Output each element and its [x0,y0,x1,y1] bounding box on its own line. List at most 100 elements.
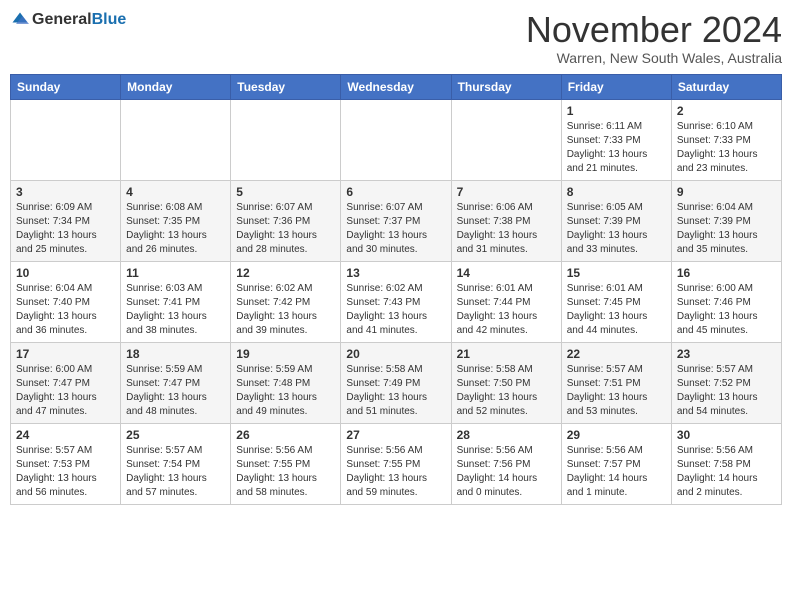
day-cell: 2 Sunrise: 6:10 AM Sunset: 7:33 PM Daylig… [671,99,781,180]
day-cell [341,99,451,180]
day-number: 7 [457,185,556,199]
day-cell: 18 Sunrise: 5:59 AM Sunset: 7:47 PM Dayli… [121,342,231,423]
day-number: 14 [457,266,556,280]
day-number: 21 [457,347,556,361]
day-number: 12 [236,266,335,280]
day-number: 20 [346,347,445,361]
day-cell: 5 Sunrise: 6:07 AM Sunset: 7:36 PM Daylig… [231,180,341,261]
day-number: 23 [677,347,776,361]
day-info: Sunrise: 6:08 AM Sunset: 7:35 PM Dayligh… [126,201,225,257]
day-cell: 10 Sunrise: 6:04 AM Sunset: 7:40 PM Dayli… [11,261,121,342]
day-number: 13 [346,266,445,280]
day-cell: 15 Sunrise: 6:01 AM Sunset: 7:45 PM Dayli… [561,261,671,342]
day-number: 3 [16,185,115,199]
location: Warren, New South Wales, Australia [526,50,782,66]
page-header: GeneralBlue November 2024 Warren, New So… [10,10,782,66]
day-number: 29 [567,428,666,442]
day-info: Sunrise: 6:05 AM Sunset: 7:39 PM Dayligh… [567,201,666,257]
day-info: Sunrise: 5:56 AM Sunset: 7:55 PM Dayligh… [236,444,335,500]
day-number: 25 [126,428,225,442]
calendar-body: 1 Sunrise: 6:11 AM Sunset: 7:33 PM Daylig… [11,99,782,504]
day-info: Sunrise: 6:11 AM Sunset: 7:33 PM Dayligh… [567,120,666,176]
day-info: Sunrise: 5:57 AM Sunset: 7:53 PM Dayligh… [16,444,115,500]
day-cell: 14 Sunrise: 6:01 AM Sunset: 7:44 PM Dayli… [451,261,561,342]
day-info: Sunrise: 6:07 AM Sunset: 7:37 PM Dayligh… [346,201,445,257]
week-row-5: 24 Sunrise: 5:57 AM Sunset: 7:53 PM Dayli… [11,423,782,504]
day-cell: 6 Sunrise: 6:07 AM Sunset: 7:37 PM Daylig… [341,180,451,261]
week-row-3: 10 Sunrise: 6:04 AM Sunset: 7:40 PM Dayli… [11,261,782,342]
day-number: 17 [16,347,115,361]
day-cell [11,99,121,180]
day-info: Sunrise: 5:57 AM Sunset: 7:54 PM Dayligh… [126,444,225,500]
day-cell: 25 Sunrise: 5:57 AM Sunset: 7:54 PM Dayli… [121,423,231,504]
day-number: 4 [126,185,225,199]
day-number: 1 [567,104,666,118]
day-number: 16 [677,266,776,280]
day-cell: 11Sunrise: 6:03 AM Sunset: 7:41 PM Dayli… [121,261,231,342]
day-info: Sunrise: 5:57 AM Sunset: 7:52 PM Dayligh… [677,363,776,419]
day-number: 6 [346,185,445,199]
day-info: Sunrise: 6:07 AM Sunset: 7:36 PM Dayligh… [236,201,335,257]
day-cell [451,99,561,180]
weekday-header-thursday: Thursday [451,74,561,99]
day-cell: 8Sunrise: 6:05 AM Sunset: 7:39 PM Daylig… [561,180,671,261]
day-info: Sunrise: 6:00 AM Sunset: 7:46 PM Dayligh… [677,282,776,338]
day-info: Sunrise: 6:01 AM Sunset: 7:45 PM Dayligh… [567,282,666,338]
day-number: 28 [457,428,556,442]
weekday-header-sunday: Sunday [11,74,121,99]
day-info: Sunrise: 5:56 AM Sunset: 7:58 PM Dayligh… [677,444,776,500]
day-cell: 17 Sunrise: 6:00 AM Sunset: 7:47 PM Dayli… [11,342,121,423]
logo-general: General [32,11,92,28]
day-info: Sunrise: 5:56 AM Sunset: 7:56 PM Dayligh… [457,444,556,500]
day-info: Sunrise: 5:57 AM Sunset: 7:51 PM Dayligh… [567,363,666,419]
weekday-header-saturday: Saturday [671,74,781,99]
day-cell: 20 Sunrise: 5:58 AM Sunset: 7:49 PM Dayli… [341,342,451,423]
day-number: 24 [16,428,115,442]
day-cell: 30 Sunrise: 5:56 AM Sunset: 7:58 PM Dayli… [671,423,781,504]
day-info: Sunrise: 6:02 AM Sunset: 7:42 PM Dayligh… [236,282,335,338]
day-cell: 13Sunrise: 6:02 AM Sunset: 7:43 PM Dayli… [341,261,451,342]
week-row-4: 17 Sunrise: 6:00 AM Sunset: 7:47 PM Dayli… [11,342,782,423]
weekday-header-monday: Monday [121,74,231,99]
day-number: 30 [677,428,776,442]
day-info: Sunrise: 5:56 AM Sunset: 7:57 PM Dayligh… [567,444,666,500]
day-cell: 28 Sunrise: 5:56 AM Sunset: 7:56 PM Dayli… [451,423,561,504]
day-info: Sunrise: 6:04 AM Sunset: 7:39 PM Dayligh… [677,201,776,257]
day-info: Sunrise: 6:04 AM Sunset: 7:40 PM Dayligh… [16,282,115,338]
day-cell: 24 Sunrise: 5:57 AM Sunset: 7:53 PM Dayli… [11,423,121,504]
day-cell: 23 Sunrise: 5:57 AM Sunset: 7:52 PM Dayli… [671,342,781,423]
day-info: Sunrise: 6:10 AM Sunset: 7:33 PM Dayligh… [677,120,776,176]
day-info: Sunrise: 6:01 AM Sunset: 7:44 PM Dayligh… [457,282,556,338]
day-cell: 16 Sunrise: 6:00 AM Sunset: 7:46 PM Dayli… [671,261,781,342]
day-number: 5 [236,185,335,199]
calendar-header: SundayMondayTuesdayWednesdayThursdayFrid… [11,74,782,99]
day-info: Sunrise: 5:58 AM Sunset: 7:49 PM Dayligh… [346,363,445,419]
day-info: Sunrise: 5:56 AM Sunset: 7:55 PM Dayligh… [346,444,445,500]
day-number: 9 [677,185,776,199]
day-number: 18 [126,347,225,361]
day-cell: 3 Sunrise: 6:09 AM Sunset: 7:34 PM Daylig… [11,180,121,261]
day-number: 27 [346,428,445,442]
day-cell: 1 Sunrise: 6:11 AM Sunset: 7:33 PM Daylig… [561,99,671,180]
day-number: 26 [236,428,335,442]
day-info: Sunrise: 6:09 AM Sunset: 7:34 PM Dayligh… [16,201,115,257]
weekday-header-tuesday: Tuesday [231,74,341,99]
day-cell: 22Sunrise: 5:57 AM Sunset: 7:51 PM Dayli… [561,342,671,423]
day-cell: 19Sunrise: 5:59 AM Sunset: 7:48 PM Dayli… [231,342,341,423]
calendar: SundayMondayTuesdayWednesdayThursdayFrid… [10,74,782,505]
month-title: November 2024 [526,10,782,50]
week-row-2: 3 Sunrise: 6:09 AM Sunset: 7:34 PM Daylig… [11,180,782,261]
day-cell [231,99,341,180]
day-number: 2 [677,104,776,118]
day-info: Sunrise: 5:59 AM Sunset: 7:47 PM Dayligh… [126,363,225,419]
day-number: 11 [126,266,225,280]
logo-blue: Blue [92,11,127,28]
day-number: 15 [567,266,666,280]
day-cell: 21 Sunrise: 5:58 AM Sunset: 7:50 PM Dayli… [451,342,561,423]
day-cell: 4 Sunrise: 6:08 AM Sunset: 7:35 PM Daylig… [121,180,231,261]
day-number: 10 [16,266,115,280]
day-info: Sunrise: 5:59 AM Sunset: 7:48 PM Dayligh… [236,363,335,419]
week-row-1: 1 Sunrise: 6:11 AM Sunset: 7:33 PM Daylig… [11,99,782,180]
day-info: Sunrise: 5:58 AM Sunset: 7:50 PM Dayligh… [457,363,556,419]
day-info: Sunrise: 6:00 AM Sunset: 7:47 PM Dayligh… [16,363,115,419]
